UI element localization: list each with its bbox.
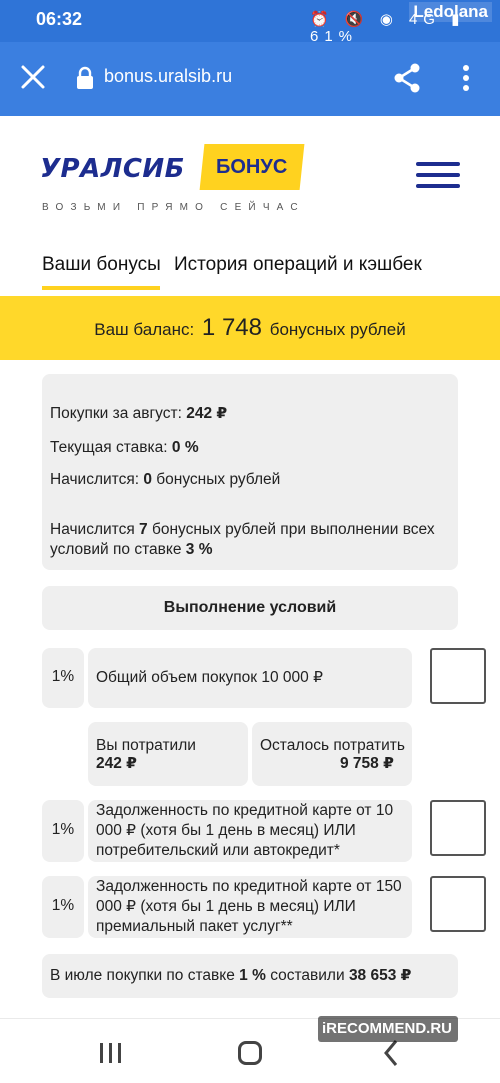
condition-text: Задолженность по кредитной карте от 150 … bbox=[96, 878, 402, 935]
status-bar: 06:32 ⏰ 🔇 ◉ 4G ▮ 61% Ledolana bbox=[0, 0, 500, 45]
purchases-line: Покупки за август: 242 ₽ bbox=[50, 405, 228, 422]
potential-accrual-note: Начислится 7 бонусных рублей при выполне… bbox=[50, 521, 435, 558]
condition-3-percent-box: 1% bbox=[42, 876, 84, 938]
tab-history-cashback[interactable]: История операций и кэшбек bbox=[174, 254, 422, 276]
left-to-spend-box: Осталось потратить 9 758 ₽ bbox=[252, 722, 412, 786]
tab-your-bonuses[interactable]: Ваши бонусы bbox=[42, 254, 161, 290]
previous-month-note: В июле покупки по ставке 1 % составили 3… bbox=[42, 954, 458, 998]
accrue-value: 0 bbox=[143, 471, 152, 488]
username-overlay: Ledolana bbox=[409, 2, 492, 22]
condition-percent: 1% bbox=[51, 668, 75, 685]
rate-line: Текущая ставка: 0 % bbox=[50, 439, 199, 456]
home-icon[interactable] bbox=[238, 1041, 262, 1065]
url-text[interactable]: bonus.uralsib.ru bbox=[104, 66, 232, 87]
condition-text: Общий объем покупок 10 000 ₽ bbox=[96, 669, 323, 686]
logo-slogan: ВОЗЬМИ ПРЯМО СЕЙЧАС bbox=[42, 202, 305, 213]
back-icon[interactable] bbox=[382, 1039, 400, 1067]
condition-1-checkbox[interactable] bbox=[430, 648, 486, 704]
close-icon[interactable] bbox=[20, 64, 46, 90]
accrue-line: Начислится: 0 бонусных рублей bbox=[50, 471, 281, 488]
watermark: iRECOMMEND.RU bbox=[318, 1016, 458, 1042]
spent-box: Вы потратили 242 ₽ bbox=[88, 722, 248, 786]
conditions-header: Выполнение условий bbox=[42, 586, 458, 630]
hamburger-menu-icon[interactable] bbox=[416, 162, 460, 190]
more-options-icon[interactable] bbox=[458, 64, 474, 92]
balance-suffix: бонусных рублей bbox=[269, 320, 406, 339]
purchases-value: 242 ₽ bbox=[186, 405, 228, 422]
spent-label: Вы потратили bbox=[96, 737, 196, 754]
rate-value: 0 % bbox=[171, 439, 199, 456]
condition-2-text-box: Задолженность по кредитной карте от 10 0… bbox=[88, 800, 412, 862]
share-icon[interactable] bbox=[392, 62, 422, 94]
left-value: 9 758 ₽ bbox=[340, 755, 394, 772]
condition-2-checkbox[interactable] bbox=[430, 800, 486, 856]
logo-badge: БОНУС bbox=[199, 144, 305, 190]
left-label: Осталось потратить bbox=[260, 737, 405, 754]
balance-amount: 1 748 bbox=[201, 314, 262, 341]
balance-banner: Ваш баланс: 1 748 бонусных рублей bbox=[0, 296, 500, 360]
potential-value: 7 bbox=[139, 521, 148, 538]
condition-3-text-box: Задолженность по кредитной карте от 150 … bbox=[88, 876, 412, 938]
previous-rate: 1 % bbox=[239, 967, 266, 984]
previous-amount: 38 653 ₽ bbox=[348, 967, 412, 984]
condition-3-checkbox[interactable] bbox=[430, 876, 486, 932]
recent-apps-icon[interactable] bbox=[100, 1043, 122, 1063]
condition-text: Задолженность по кредитной карте от 10 0… bbox=[96, 802, 394, 859]
status-time: 06:32 bbox=[36, 9, 83, 29]
potential-rate: 3 % bbox=[185, 541, 213, 558]
condition-1-percent-box: 1% bbox=[42, 648, 84, 708]
logo-brand: УРАЛСИБ bbox=[40, 154, 185, 184]
condition-percent: 1% bbox=[51, 821, 75, 838]
condition-1-text-box: Общий объем покупок 10 000 ₽ bbox=[88, 648, 412, 708]
summary-card: Покупки за август: 242 ₽ Текущая ставка:… bbox=[42, 374, 458, 570]
lock-icon bbox=[77, 66, 93, 89]
condition-percent: 1% bbox=[51, 897, 75, 914]
browser-app-bar: bonus.uralsib.ru bbox=[0, 42, 500, 116]
condition-2-percent-box: 1% bbox=[42, 800, 84, 862]
spent-value: 242 ₽ bbox=[96, 755, 137, 772]
balance-prefix: Ваш баланс: bbox=[94, 320, 195, 339]
